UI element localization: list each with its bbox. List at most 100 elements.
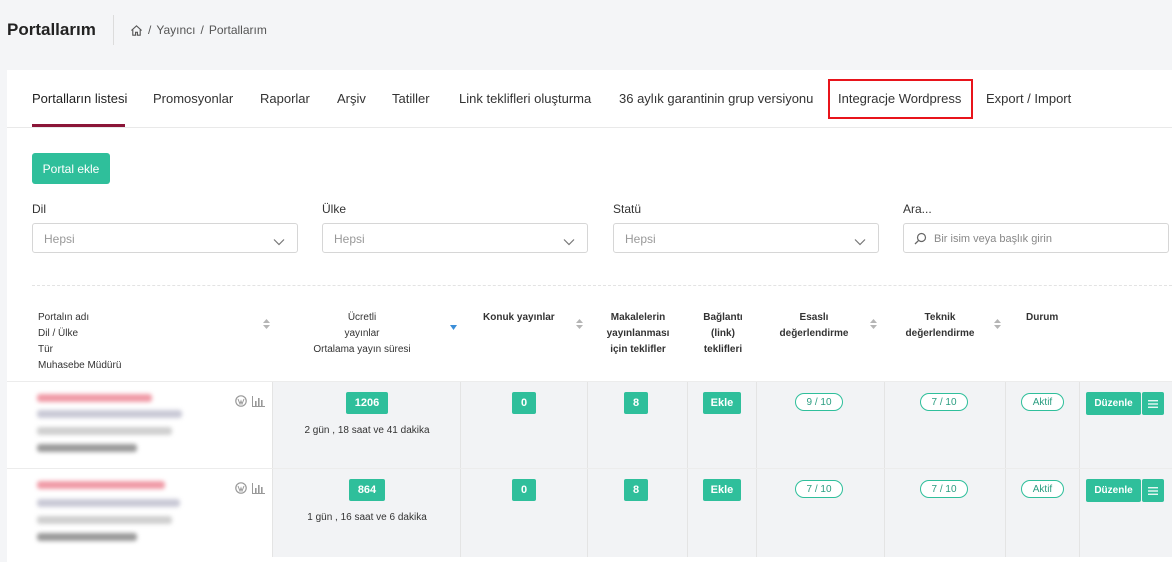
col-header-type: Tür: [38, 344, 53, 355]
stats-chart-icon[interactable]: [252, 481, 265, 499]
account-manager: [37, 533, 137, 541]
filter-label-language: Dil: [32, 202, 46, 216]
status-select-value: Hepsi: [625, 232, 656, 246]
menu-icon: [1148, 395, 1158, 413]
add-portal-button[interactable]: Portal ekle: [32, 153, 110, 184]
col-header-language-country: Dil / Ülke: [38, 328, 79, 339]
sort-icon[interactable]: [870, 316, 877, 334]
breadcrumb-item-publisher[interactable]: Yayıncı: [156, 23, 195, 37]
col-header-account-manager: Muhasebe Müdürü: [38, 360, 122, 371]
tab-promotions[interactable]: Promosyonlar: [153, 91, 233, 106]
portal-name-link[interactable]: [37, 394, 152, 402]
tab-guarantee-group[interactable]: 36 aylık garantinin grup versiyonu: [619, 91, 813, 106]
account-manager: [37, 444, 137, 452]
col-header-technical: Teknik değerlendirme: [895, 310, 985, 342]
offers-count-badge[interactable]: 8: [624, 392, 648, 414]
technical-rating: 7 / 10: [920, 480, 968, 498]
guest-count-badge[interactable]: 0: [512, 392, 536, 414]
breadcrumb: / Yayıncı / Portallarım: [130, 23, 267, 37]
sort-desc-icon[interactable]: [450, 317, 457, 335]
col-header-offers-line2: yayınlanması: [606, 328, 670, 339]
col-header-offers-line3: için teklifler: [610, 344, 666, 355]
top-bar: Portallarım / Yayıncı / Portallarım: [0, 0, 1172, 62]
edit-button[interactable]: Düzenle: [1086, 479, 1141, 502]
col-header-status: Durum: [1026, 312, 1059, 323]
column-divider: [756, 469, 757, 557]
tab-archive[interactable]: Arşiv: [337, 91, 366, 106]
col-header-essential: Esaslı değerlendirme: [769, 310, 859, 342]
portal-info-cell: [7, 469, 265, 557]
edit-button[interactable]: Düzenle: [1086, 392, 1141, 415]
tab-reports[interactable]: Raporlar: [260, 91, 310, 106]
col-header-essential-line2: değerlendirme: [779, 328, 849, 339]
col-header-paid: Ücretli yayınlar Ortalama yayın süresi: [297, 310, 427, 358]
portal-icons: [235, 481, 265, 499]
wordpress-icon[interactable]: [235, 394, 247, 412]
search-icon: [914, 232, 927, 250]
menu-button[interactable]: [1142, 392, 1164, 415]
portal-icons: [235, 394, 265, 412]
offers-count-badge[interactable]: 8: [624, 479, 648, 501]
column-divider: [687, 382, 688, 470]
essential-rating: 7 / 10: [795, 480, 843, 498]
language-country: [37, 410, 182, 418]
sort-icon[interactable]: [994, 316, 1001, 334]
col-header-guest: Konuk yayınlar: [483, 312, 555, 323]
col-header-offers: Makalelerin yayınlanması için teklifler: [595, 310, 681, 358]
technical-rating: 7 / 10: [920, 393, 968, 411]
header-divider: [113, 15, 114, 45]
filter-label-search: Ara...: [903, 202, 932, 216]
breadcrumb-separator: /: [200, 23, 204, 37]
wordpress-icon[interactable]: [235, 481, 247, 499]
stats-chart-icon[interactable]: [252, 394, 265, 412]
column-divider: [1005, 469, 1006, 557]
country-select[interactable]: Hepsi: [322, 223, 588, 253]
menu-button[interactable]: [1142, 479, 1164, 502]
column-divider: [460, 382, 461, 470]
table-row: 864 1 gün , 16 saat ve 6 dakika 0 8 Ekle…: [7, 468, 1172, 557]
table-row: 1206 2 gün , 18 saat ve 41 dakika 0 8 Ek…: [7, 381, 1172, 470]
col-header-links-line1: Bağlantı: [703, 312, 743, 323]
col-header-technical-line1: Teknik: [924, 312, 956, 323]
portal-type: [37, 427, 172, 435]
portal-name-link[interactable]: [37, 481, 165, 489]
paid-count-badge[interactable]: 1206: [346, 392, 388, 414]
add-link-button[interactable]: Ekle: [703, 479, 741, 501]
page-title: Portallarım: [7, 20, 96, 39]
col-header-portal: Portalın adı Dil / Ülke Tür Muhasebe Müd…: [38, 310, 121, 374]
col-header-paid-line2: yayınlar: [344, 328, 380, 339]
column-divider: [1079, 382, 1080, 470]
col-header-offers-line1: Makalelerin: [610, 312, 666, 323]
sort-icon[interactable]: [263, 316, 270, 334]
language-select[interactable]: Hepsi: [32, 223, 298, 253]
column-divider: [687, 469, 688, 557]
chevron-down-icon: [273, 233, 285, 251]
search-input[interactable]: [934, 230, 1154, 248]
main-card: Portalların listesi Promosyonlar Raporla…: [7, 70, 1172, 562]
tab-portal-list[interactable]: Portalların listesi: [32, 91, 127, 106]
col-header-portal-name: Portalın adı: [38, 312, 90, 323]
highlight-box: [828, 79, 973, 119]
menu-icon: [1148, 482, 1158, 500]
column-divider: [587, 469, 588, 557]
col-header-avg-duration: Ortalama yayın süresi: [313, 344, 411, 355]
col-header-paid-line1: Ücretli: [347, 312, 377, 323]
tab-bar: Portalların listesi Promosyonlar Raporla…: [7, 70, 1172, 128]
filter-label-status: Statü: [613, 202, 642, 216]
country-select-value: Hepsi: [334, 232, 365, 246]
status-select[interactable]: Hepsi: [613, 223, 879, 253]
col-header-links-line2: (link): [711, 328, 735, 339]
search-field[interactable]: [903, 223, 1169, 253]
add-link-button[interactable]: Ekle: [703, 392, 741, 414]
avg-duration: 1 gün , 16 saat ve 6 dakika: [307, 512, 427, 523]
tab-link-offers[interactable]: Link teklifleri oluşturma: [459, 91, 591, 106]
sort-icon[interactable]: [576, 316, 583, 334]
tab-export-import[interactable]: Export / Import: [986, 91, 1071, 106]
tab-holidays[interactable]: Tatiller: [392, 91, 430, 106]
paid-count-badge[interactable]: 864: [349, 479, 385, 501]
breadcrumb-item-portals: Portallarım: [208, 23, 267, 37]
col-header-links-line3: teklifleri: [703, 344, 743, 355]
guest-count-badge[interactable]: 0: [512, 479, 536, 501]
column-divider: [587, 382, 588, 470]
home-icon[interactable]: [130, 24, 143, 37]
